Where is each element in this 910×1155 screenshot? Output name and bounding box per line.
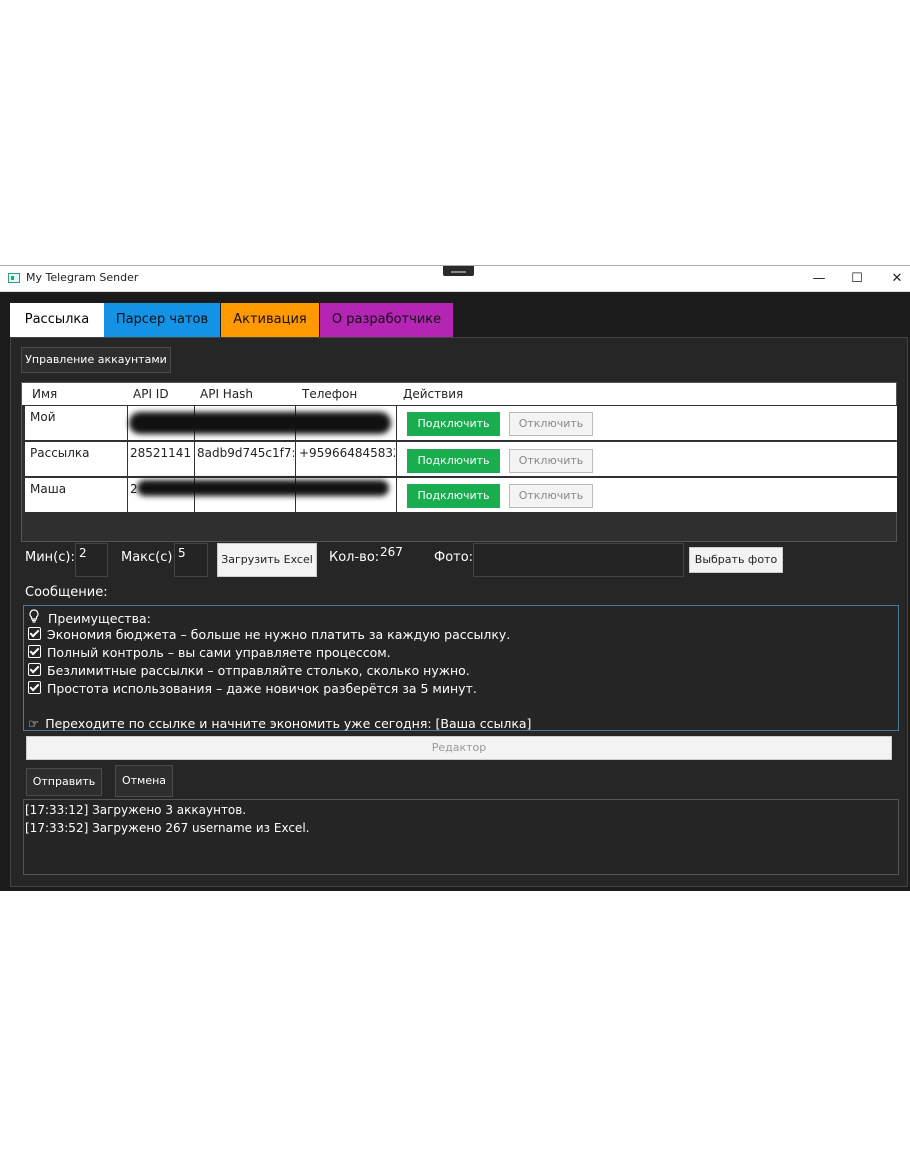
message-item: Экономия бюджета – больше не нужно плати… bbox=[28, 627, 510, 642]
checkbox-icon bbox=[28, 663, 41, 676]
load-excel-button[interactable]: Загрузить Excel bbox=[217, 543, 317, 577]
window-title: My Telegram Sender bbox=[26, 271, 139, 284]
column-header: API Hash bbox=[200, 387, 254, 401]
min-delay-input[interactable]: 2 bbox=[75, 543, 108, 577]
photo-label: Фото: bbox=[434, 550, 474, 565]
tab-chat-parser[interactable]: Парсер чатов bbox=[104, 303, 220, 337]
mailing-panel: Управление аккаунтами Имя API ID API Has… bbox=[10, 337, 908, 887]
message-textarea[interactable]: Преимущества: Экономия бюджета – больше … bbox=[23, 605, 899, 731]
table-row[interactable]: Мой Подключить Отключить bbox=[25, 405, 897, 441]
manage-accounts-button[interactable]: Управление аккаунтами bbox=[21, 347, 171, 373]
log-line: [17:33:12] Загружено 3 аккаунтов. bbox=[25, 803, 247, 817]
table-row[interactable]: Маша 2 Подключить Отключить bbox=[25, 477, 897, 513]
connect-button[interactable]: Подключить bbox=[407, 412, 500, 436]
lightbulb-icon bbox=[28, 609, 42, 626]
accounts-table: Имя API ID API Hash Телефон Действия Мой… bbox=[21, 382, 897, 542]
message-item: Полный контроль – вы сами управляете про… bbox=[28, 645, 391, 660]
redaction-blur bbox=[129, 412, 391, 434]
message-item: Простота использования – даже новичок ра… bbox=[28, 681, 477, 696]
editor-button[interactable]: Редактор bbox=[26, 736, 892, 760]
photo-path-input[interactable] bbox=[473, 543, 684, 577]
checkbox-icon bbox=[28, 627, 41, 640]
title-bar: My Telegram Sender — ☐ ✕ bbox=[0, 266, 910, 292]
message-heading-line: Преимущества: bbox=[28, 609, 151, 626]
disconnect-button[interactable]: Отключить bbox=[509, 484, 593, 508]
choose-photo-button[interactable]: Выбрать фото bbox=[689, 547, 783, 573]
column-header: API ID bbox=[133, 387, 169, 401]
table-header: Имя API ID API Hash Телефон Действия bbox=[22, 383, 896, 405]
main-content: Рассылка Парсер чатов Активация О разраб… bbox=[10, 303, 908, 887]
maximize-icon[interactable]: ☐ bbox=[842, 268, 872, 289]
pointing-hand-icon: ☞ bbox=[28, 716, 40, 731]
message-label: Сообщение: bbox=[25, 585, 108, 600]
connect-button[interactable]: Подключить bbox=[407, 449, 500, 473]
max-delay-label: Макс(с): bbox=[121, 550, 177, 565]
disconnect-button[interactable]: Отключить bbox=[509, 449, 593, 473]
drag-handle[interactable] bbox=[443, 266, 474, 276]
tab-mailing[interactable]: Рассылка bbox=[10, 303, 104, 337]
connect-button[interactable]: Подключить bbox=[407, 484, 500, 508]
count-value: 267 bbox=[380, 545, 403, 559]
tab-about-developer[interactable]: О разработчике bbox=[320, 303, 453, 337]
checkbox-icon bbox=[28, 645, 41, 658]
log-output[interactable]: [17:33:12] Загружено 3 аккаунтов. [17:33… bbox=[23, 799, 899, 875]
min-delay-label: Мин(с): bbox=[25, 550, 75, 565]
account-name: Маша bbox=[30, 482, 67, 496]
app-window: My Telegram Sender — ☐ ✕ Рассылка Парсер… bbox=[0, 265, 910, 891]
message-cta-line: ☞ Переходите по ссылке и начните экономит… bbox=[28, 716, 531, 731]
tab-activation[interactable]: Активация bbox=[221, 303, 319, 337]
message-item: Безлимитные рассылки – отправляйте столь… bbox=[28, 663, 470, 678]
account-phone: +959664845832 bbox=[299, 446, 395, 460]
app-icon bbox=[8, 273, 20, 283]
count-label: Кол-во: bbox=[329, 550, 380, 565]
column-header: Имя bbox=[32, 387, 58, 401]
disconnect-button[interactable]: Отключить bbox=[509, 412, 593, 436]
account-api-hash: 8adb9d745c1f7: bbox=[197, 446, 294, 460]
max-delay-input[interactable]: 5 bbox=[174, 543, 208, 577]
minimize-icon[interactable]: — bbox=[804, 268, 834, 289]
message-heading: Преимущества: bbox=[48, 611, 151, 626]
close-icon[interactable]: ✕ bbox=[882, 268, 910, 289]
account-api-id: 28521141 bbox=[130, 446, 192, 460]
redaction-blur bbox=[137, 480, 389, 496]
message-cta: Переходите по ссылке и начните экономить… bbox=[45, 716, 532, 731]
account-name: Мой bbox=[30, 410, 56, 424]
send-button[interactable]: Отправить bbox=[26, 768, 102, 796]
cancel-button[interactable]: Отмена bbox=[115, 765, 173, 797]
log-line: [17:33:52] Загружено 267 username из Exc… bbox=[25, 821, 310, 835]
column-header: Действия bbox=[403, 387, 464, 401]
checkbox-icon bbox=[28, 681, 41, 694]
column-header: Телефон bbox=[302, 387, 358, 401]
account-name: Рассылка bbox=[30, 446, 90, 460]
table-row[interactable]: Рассылка 28521141 8adb9d745c1f7: +959664… bbox=[25, 441, 897, 477]
